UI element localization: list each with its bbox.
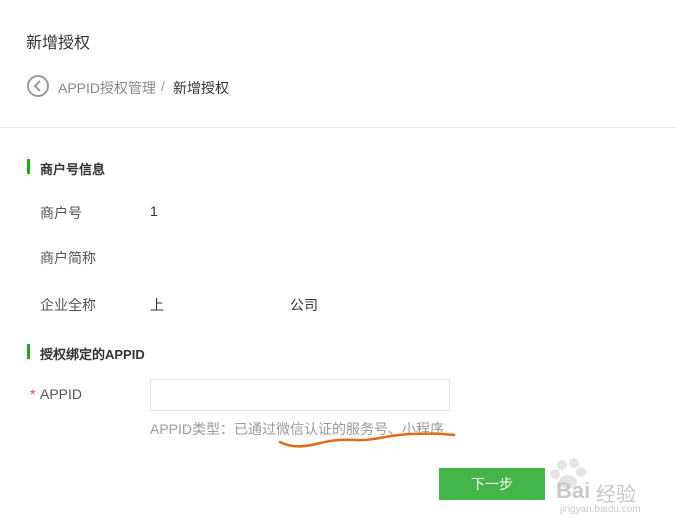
breadcrumb-separator: / [161,78,165,94]
appid-label: APPID [40,386,83,402]
appid-section-title: 授权绑定的APPID [40,347,145,362]
chevron-left-icon [33,80,41,92]
required-mark: * [30,386,36,402]
appid-input[interactable] [150,379,450,411]
company-full-name-value: 上 [150,297,164,313]
breadcrumb-current: 新增授权 [173,80,229,96]
annotation-underline [278,432,456,448]
header-divider [0,127,676,128]
page-title: 新增授权 [26,35,91,52]
merchant-short-name-label: 商户简称 [40,250,96,266]
watermark-url: jingyan.baidu.com [560,504,641,515]
back-button[interactable] [27,75,49,97]
company-full-name-suffix: 公司 [290,297,318,313]
merchant-section-title: 商户号信息 [40,162,106,177]
merchant-id-value: 1 [150,203,158,219]
breadcrumb-parent-link[interactable]: APPID授权管理 [58,78,156,98]
watermark-brand: Bai [556,478,591,503]
company-full-name-label: 企业全称 [40,297,96,313]
watermark-brand-cn: 经验 [596,484,636,506]
section-marker [27,159,30,174]
merchant-id-label: 商户号 [40,205,82,221]
section-marker [27,344,30,359]
